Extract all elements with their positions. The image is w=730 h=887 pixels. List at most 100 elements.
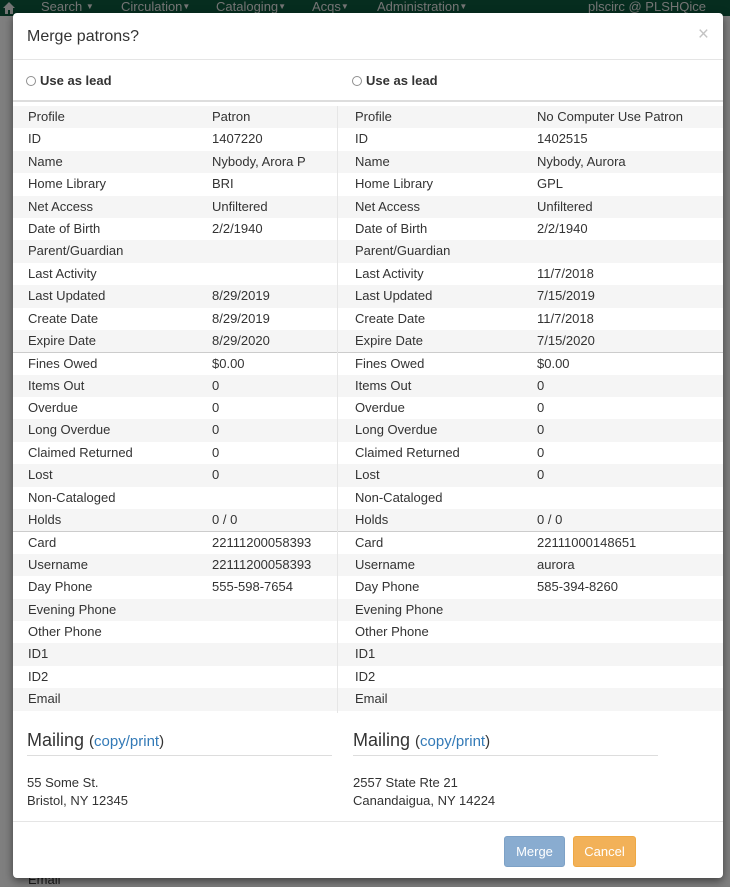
- detail-value: 2/2/1940: [212, 220, 263, 236]
- detail-value: 22111200058393: [212, 535, 312, 551]
- detail-label: Holds: [28, 512, 62, 528]
- detail-label: Last Activity: [355, 265, 424, 281]
- address: 2557 State Rte 21 Canandaigua, NY 14224: [353, 775, 496, 808]
- detail-label: Other Phone: [355, 623, 429, 639]
- detail-row: Email: [338, 688, 723, 711]
- detail-row: Long Overdue 0: [13, 419, 337, 442]
- detail-label: Non-Cataloged: [355, 489, 443, 505]
- merge-button[interactable]: Merge: [504, 836, 565, 867]
- detail-row: Claimed Returned 0: [338, 442, 723, 464]
- detail-label: Items Out: [355, 377, 412, 393]
- lead-radio-left[interactable]: [26, 76, 36, 86]
- detail-label: Day Phone: [28, 579, 93, 595]
- detail-label: Create Date: [28, 310, 99, 326]
- detail-value: 7/15/2020: [537, 332, 595, 348]
- detail-row: Fines Owed $0.00: [13, 352, 337, 374]
- detail-row: Holds 0 / 0: [13, 509, 337, 532]
- detail-label: Evening Phone: [28, 601, 117, 617]
- detail-row: Net Access Unfiltered: [13, 195, 337, 218]
- detail-value: Unfiltered: [537, 198, 593, 214]
- detail-row: Evening Phone: [13, 598, 337, 621]
- modal-header: Merge patrons? ×: [13, 13, 723, 60]
- detail-value: 0: [212, 467, 220, 483]
- detail-row: Create Date 11/7/2018: [338, 308, 723, 330]
- detail-row: Holds 0 / 0: [338, 509, 723, 532]
- patron-details-left: Profile Patron ID 1407220 Name Nybody, Arora …: [13, 106, 337, 711]
- detail-value: 7/15/2019: [537, 288, 595, 304]
- detail-row: Overdue 0: [13, 397, 337, 419]
- detail-row: Last Activity: [13, 263, 337, 285]
- detail-row: ID1: [13, 643, 337, 666]
- detail-row: ID2: [338, 666, 723, 688]
- detail-value: 22111000148651: [537, 535, 637, 551]
- detail-value: 11/7/2018: [537, 310, 594, 326]
- detail-row: Parent/Guardian: [338, 240, 723, 263]
- detail-row: Last Updated 8/29/2019: [13, 285, 337, 308]
- copy-print-link[interactable]: copy/print: [420, 733, 485, 750]
- detail-value: 585-394-8260: [537, 579, 618, 595]
- detail-value: 555-598-7654: [212, 579, 293, 595]
- detail-label: Parent/Guardian: [355, 243, 451, 259]
- detail-label: Claimed Returned: [355, 444, 460, 460]
- detail-label: Username: [355, 556, 415, 572]
- detail-label: ID: [355, 131, 368, 147]
- copy-print-link[interactable]: copy/print: [94, 733, 159, 750]
- cancel-button[interactable]: Cancel: [573, 836, 636, 867]
- mailing-heading: Mailing (copy/print): [353, 730, 658, 756]
- detail-row: Other Phone: [338, 621, 723, 643]
- detail-label: Email: [28, 691, 61, 707]
- detail-row: Other Phone: [13, 621, 337, 643]
- detail-row: ID1: [338, 643, 723, 666]
- detail-value: 0 / 0: [212, 512, 238, 528]
- detail-row: Email: [13, 688, 337, 711]
- detail-value: 1407220: [212, 131, 263, 147]
- detail-row: Home Library GPL: [338, 173, 723, 195]
- close-icon[interactable]: ×: [698, 25, 709, 44]
- detail-row: Date of Birth 2/2/1940: [338, 218, 723, 240]
- lead-radio-right[interactable]: [352, 76, 362, 86]
- detail-row: Lost 0: [13, 464, 337, 487]
- detail-label: Expire Date: [355, 332, 423, 348]
- detail-row: Last Updated 7/15/2019: [338, 285, 723, 308]
- detail-label: Date of Birth: [355, 220, 428, 236]
- detail-label: Home Library: [355, 176, 434, 192]
- detail-label: Parent/Guardian: [28, 243, 124, 259]
- detail-value: BRI: [212, 176, 234, 192]
- detail-value: 0: [212, 400, 220, 416]
- detail-label: Profile: [28, 109, 65, 124]
- detail-value: 8/29/2019: [212, 288, 270, 304]
- detail-value: Nybody, Arora P: [212, 153, 306, 169]
- detail-value: Nybody, Aurora: [537, 153, 626, 169]
- detail-row: Username aurora: [338, 553, 723, 577]
- detail-label: Profile: [355, 109, 392, 124]
- detail-value: 0: [212, 444, 220, 460]
- detail-label: Name: [355, 153, 390, 169]
- detail-label: ID1: [28, 646, 49, 662]
- detail-label: Non-Cataloged: [28, 489, 116, 505]
- use-as-lead-option-left[interactable]: Use as lead: [26, 73, 112, 93]
- detail-value: 0: [537, 422, 545, 438]
- modal-title: Merge patrons?: [27, 28, 140, 45]
- detail-value: 0: [537, 444, 545, 460]
- detail-row: Name Nybody, Arora P: [13, 150, 337, 174]
- detail-label: Long Overdue: [355, 422, 438, 438]
- detail-value: GPL: [537, 176, 564, 192]
- detail-label: Day Phone: [355, 579, 420, 595]
- detail-row: Items Out 0: [13, 374, 337, 398]
- detail-row: ID2: [13, 666, 337, 688]
- detail-label: ID2: [355, 668, 376, 684]
- detail-label: Other Phone: [28, 623, 102, 639]
- divider: [13, 100, 723, 102]
- detail-value: 0: [212, 422, 220, 438]
- detail-row: Name Nybody, Aurora: [338, 150, 723, 174]
- detail-label: Evening Phone: [355, 601, 444, 617]
- detail-row: Profile No Computer Use Patron: [338, 106, 723, 129]
- detail-value: $0.00: [537, 356, 570, 372]
- detail-row: Day Phone 555-598-7654: [13, 576, 337, 598]
- detail-label: Long Overdue: [28, 422, 111, 438]
- detail-row: Profile Patron: [13, 106, 337, 129]
- detail-row: ID 1402515: [338, 128, 723, 150]
- detail-row: Lost 0: [338, 464, 723, 487]
- use-as-lead-option-right[interactable]: Use as lead: [352, 73, 438, 93]
- detail-label: Last Updated: [28, 288, 106, 304]
